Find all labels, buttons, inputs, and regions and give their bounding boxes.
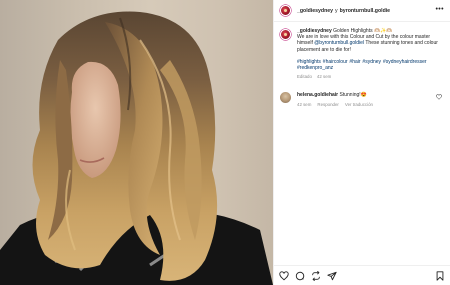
comment-item: helena.goldiehair Stunning!😍 42 sem Resp… (280, 92, 444, 107)
comment-time[interactable]: 42 sem (297, 102, 311, 108)
caption-time[interactable]: 42 sem (317, 74, 331, 80)
comment-line: helena.goldiehair Stunning!😍 (297, 92, 373, 98)
collaborator-username[interactable]: byronturnbull.goldie (340, 8, 390, 14)
header-separator: y (335, 7, 338, 14)
avatar-logo-icon (284, 33, 287, 36)
caption-title: Golden Highlights 🫶🏼✨🫶🏼 (331, 28, 393, 34)
post-header: _goldiesydney y byronturnbull.goldie ••• (274, 0, 450, 22)
comments-section: _goldiesydney Golden Highlights 🫶🏼✨🫶🏼 We… (274, 22, 450, 108)
caption-body: _goldiesydney Golden Highlights 🫶🏼✨🫶🏼 We… (297, 28, 444, 80)
comment-body: helena.goldiehair Stunning!😍 42 sem Resp… (297, 92, 373, 107)
caption-avatar[interactable] (280, 29, 291, 40)
hair-photo-illustration (0, 11, 273, 285)
translate-button[interactable]: Ver traducción (345, 102, 373, 108)
post-side-panel: _goldiesydney y byronturnbull.goldie •••… (273, 0, 450, 285)
avatar-logo-icon (284, 9, 287, 12)
commenter-avatar[interactable] (280, 92, 291, 104)
comment-icon (295, 271, 305, 280)
caption: _goldiesydney Golden Highlights 🫶🏼✨🫶🏼 We… (280, 28, 444, 80)
bookmark-icon (436, 270, 444, 281)
send-button[interactable] (327, 271, 337, 281)
reply-button[interactable]: Responder (317, 102, 338, 108)
comment-like-heart-icon[interactable] (436, 94, 442, 101)
save-button[interactable] (435, 270, 445, 281)
caption-username[interactable]: _goldiesydney (297, 28, 332, 34)
header-usernames: _goldiesydney y byronturnbull.goldie (297, 8, 390, 14)
edited-label: Editado (297, 74, 312, 80)
repost-button[interactable] (311, 270, 321, 281)
caption-hashtags[interactable]: #highlights #haircolour #hair #sydney #s… (297, 59, 444, 71)
share-icon (312, 270, 320, 281)
commenter-username[interactable]: helena.goldiehair (297, 92, 338, 98)
author-avatar[interactable] (280, 5, 291, 16)
caption-meta: Editado 42 sem (297, 74, 444, 80)
post-photo[interactable] (0, 0, 273, 285)
more-options-icon[interactable]: ••• (435, 6, 444, 16)
comment-meta: 42 sem Responder Ver traducción (297, 102, 373, 108)
send-icon (327, 271, 337, 280)
heart-icon (279, 270, 289, 280)
post-actions-bar (274, 265, 450, 285)
caption-text: We are in love with this Colour and Cut … (297, 34, 444, 53)
like-button[interactable] (279, 270, 289, 281)
caption-mention-link[interactable]: @byronturnbull.goldiel (314, 40, 364, 46)
comment-text: Stunning!😍 (339, 92, 367, 99)
author-username[interactable]: _goldiesydney (297, 8, 333, 14)
instagram-post: _goldiesydney y byronturnbull.goldie •••… (0, 0, 450, 285)
comment-button[interactable] (295, 271, 305, 281)
